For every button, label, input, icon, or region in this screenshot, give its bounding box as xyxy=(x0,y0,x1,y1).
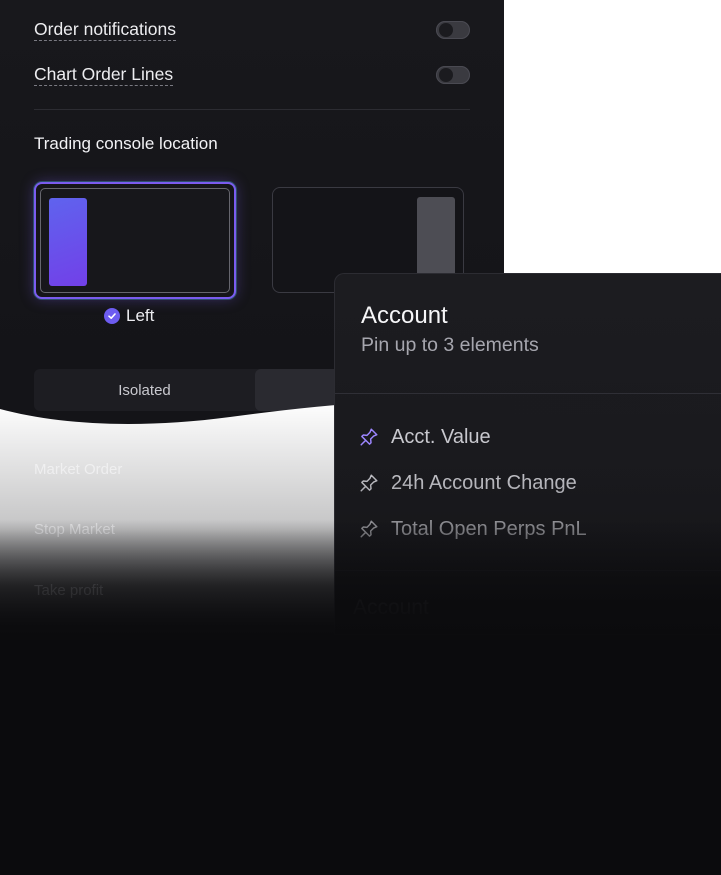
pin-panel-divider xyxy=(335,393,721,394)
left-option-frame xyxy=(40,188,230,293)
pin-item-total-open-perps-pnl[interactable]: Total Open Perps PnL xyxy=(357,515,587,543)
left-console-preview xyxy=(49,198,87,286)
take-profit-label: Take profit xyxy=(34,582,104,599)
chart-order-lines-label: Chart Order Lines xyxy=(34,64,174,86)
toggle-knob xyxy=(439,23,453,37)
left-option-label: Left xyxy=(126,306,155,325)
pin-item-label: Acct. Value xyxy=(391,425,491,448)
pin-panel-subtitle: Pin up to 3 elements xyxy=(361,334,539,356)
pin-item-label: 24h Account Change xyxy=(391,471,577,494)
market-order-label: Market Order xyxy=(34,461,123,478)
toggle-knob xyxy=(439,68,453,82)
section-divider xyxy=(34,109,470,110)
pin-icon[interactable] xyxy=(357,517,381,541)
stop-market-label: Stop Market xyxy=(34,521,115,538)
pin-elements-panel: Account Pin up to 3 elements Acct. Value… xyxy=(334,273,721,635)
right-console-preview xyxy=(417,197,455,285)
next-section-title: Account xyxy=(353,596,429,619)
order-notifications-row: Order notifications xyxy=(34,16,470,44)
pin-panel-divider xyxy=(335,570,721,571)
order-notifications-toggle[interactable] xyxy=(436,21,470,39)
pin-item-label: Total Open Perps PnL xyxy=(391,517,587,540)
pin-item-acct-value[interactable]: Acct. Value xyxy=(357,423,491,451)
console-location-title: Trading console location xyxy=(34,134,218,153)
chart-order-lines-row: Chart Order Lines xyxy=(34,61,470,89)
pin-icon[interactable] xyxy=(357,425,381,449)
margin-isolated-button[interactable]: Isolated xyxy=(34,369,255,411)
chart-order-lines-toggle[interactable] xyxy=(436,66,470,84)
console-location-left-caption: Left xyxy=(104,306,154,326)
check-circle-icon xyxy=(104,308,120,324)
console-location-left-option[interactable] xyxy=(34,182,236,299)
order-notifications-label: Order notifications xyxy=(34,19,177,41)
pin-item-24h-account-change[interactable]: 24h Account Change xyxy=(357,469,577,497)
pin-panel-title: Account xyxy=(361,302,448,329)
pin-icon[interactable] xyxy=(357,471,381,495)
